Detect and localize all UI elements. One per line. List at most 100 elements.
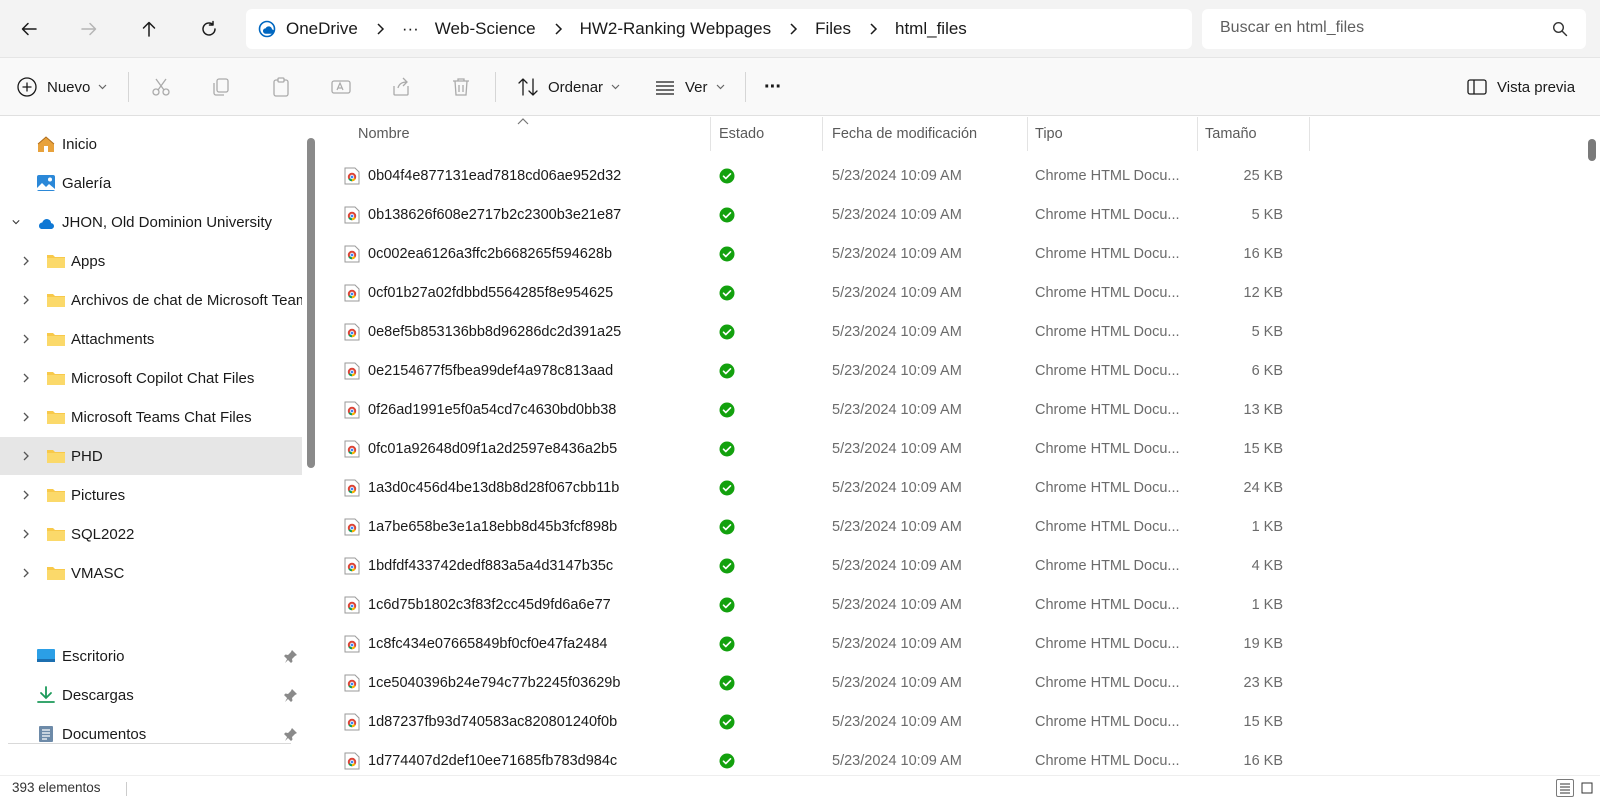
file-name-cell[interactable]: 1d774407d2def10ee71685fb783d984c (344, 742, 617, 775)
table-row[interactable]: 0b138626f608e2717b2c2300b3e21e87 5/23/202… (322, 196, 1584, 234)
back-button[interactable] (11, 12, 47, 46)
sidebar-item-galeria[interactable]: Galería (0, 164, 302, 202)
column-header-status[interactable]: Estado (719, 117, 764, 151)
table-row[interactable]: 0f26ad1991e5f0a54cd7c4630bd0bb38 5/23/202… (322, 391, 1584, 429)
chevron-right-icon[interactable] (20, 567, 32, 579)
file-list-scrollbar[interactable] (1584, 117, 1600, 775)
more-options-button[interactable]: ··· (764, 70, 782, 104)
search-box[interactable] (1202, 9, 1586, 49)
sidebar-item-escritorio[interactable]: Escritorio (0, 637, 302, 675)
refresh-button[interactable] (191, 12, 227, 46)
search-input[interactable] (1220, 19, 1540, 37)
file-name-cell[interactable]: 0b138626f608e2717b2c2300b3e21e87 (344, 196, 621, 234)
forward-button[interactable] (71, 12, 107, 46)
table-row[interactable]: 0cf01b27a02fdbbd5564285f8e954625 5/23/202… (322, 274, 1584, 312)
sidebar-item-documentos[interactable]: Documentos (0, 715, 302, 753)
share-button[interactable] (390, 70, 412, 104)
breadcrumb-chevron[interactable] (366, 9, 394, 49)
preview-pane-button[interactable]: Vista previa (1466, 70, 1575, 104)
file-name-cell[interactable]: 0fc01a92648d09f1a2d2597e8436a2b5 (344, 430, 617, 468)
table-row[interactable]: 1d774407d2def10ee71685fb783d984c 5/23/202… (322, 742, 1584, 775)
file-name-cell[interactable]: 0f26ad1991e5f0a54cd7c4630bd0bb38 (344, 391, 616, 429)
table-row[interactable]: 1c8fc434e07665849bf0cf0e47fa2484 5/23/202… (322, 625, 1584, 663)
chevron-right-icon[interactable] (20, 450, 32, 462)
view-button[interactable]: Ver (654, 70, 725, 104)
file-name-cell[interactable]: 1a3d0c456d4be13d8b8d28f067cbb11b (344, 469, 619, 507)
sidebar-scrollbar[interactable] (307, 138, 315, 468)
column-divider[interactable] (1197, 117, 1198, 151)
chevron-right-icon[interactable] (20, 489, 32, 501)
up-button[interactable] (131, 12, 167, 46)
table-row[interactable]: 0fc01a92648d09f1a2d2597e8436a2b5 5/23/202… (322, 430, 1584, 468)
cut-button[interactable] (150, 70, 172, 104)
pin-icon[interactable] (284, 649, 298, 663)
file-name-cell[interactable]: 0c002ea6126a3ffc2b668265f594628b (344, 235, 612, 273)
chevron-right-icon[interactable] (20, 294, 32, 306)
table-row[interactable]: 0e8ef5b853136bb8d96286dc2d391a25 5/23/202… (322, 313, 1584, 351)
file-name-cell[interactable]: 1d87237fb93d740583ac820801240f0b (344, 703, 617, 741)
sidebar-item-sql2022[interactable]: SQL2022 (0, 515, 302, 553)
column-divider[interactable] (1309, 117, 1310, 151)
column-header-name[interactable]: Nombre (358, 117, 410, 151)
table-row[interactable]: 1ce5040396b24e794c77b2245f03629b 5/23/202… (322, 664, 1584, 702)
sort-button[interactable]: Ordenar (517, 70, 620, 104)
table-row[interactable]: 1c6d75b1802c3f83f2cc45d9fd6a6e77 5/23/202… (322, 586, 1584, 624)
chevron-right-icon[interactable] (20, 333, 32, 345)
scrollbar-thumb[interactable] (1588, 139, 1596, 161)
sidebar-item-vmasc[interactable]: VMASC (0, 554, 302, 592)
table-row[interactable]: 0c002ea6126a3ffc2b668265f594628b 5/23/202… (322, 235, 1584, 273)
column-header-size[interactable]: Tamaño (1205, 117, 1257, 151)
sidebar-item-account[interactable]: JHON, Old Dominion University (0, 203, 302, 241)
breadcrumb-overflow[interactable]: ··· (394, 19, 427, 39)
breadcrumb-html-files[interactable]: html_files (887, 19, 975, 39)
column-header-type[interactable]: Tipo (1035, 117, 1063, 151)
file-name-cell[interactable]: 0e2154677f5fbea99def4a978c813aad (344, 352, 613, 390)
column-divider[interactable] (1027, 117, 1028, 151)
pin-icon[interactable] (284, 688, 298, 702)
sidebar-item-descargas[interactable]: Descargas (0, 676, 302, 714)
copy-button[interactable] (210, 70, 232, 104)
file-name-cell[interactable]: 1bdfdf433742dedf883a5a4d3147b35c (344, 547, 613, 585)
tiles-view-button[interactable] (1578, 779, 1596, 797)
file-name-cell[interactable]: 0cf01b27a02fdbbd5564285f8e954625 (344, 274, 613, 312)
file-name-cell[interactable]: 0b04f4e877131ead7818cd06ae952d32 (344, 157, 621, 195)
file-name-cell[interactable]: 0e8ef5b853136bb8d96286dc2d391a25 (344, 313, 621, 351)
breadcrumb-hw2[interactable]: HW2-Ranking Webpages (572, 19, 780, 39)
column-divider[interactable] (710, 117, 711, 151)
sidebar-item-teams-chat[interactable]: Microsoft Teams Chat Files (0, 398, 302, 436)
file-name-cell[interactable]: 1ce5040396b24e794c77b2245f03629b (344, 664, 620, 702)
sidebar-item-copilot[interactable]: Microsoft Copilot Chat Files (0, 359, 302, 397)
new-button[interactable]: Nuevo (16, 70, 107, 104)
pin-icon[interactable] (284, 727, 298, 741)
table-row[interactable]: 1a3d0c456d4be13d8b8d28f067cbb11b 5/23/202… (322, 469, 1584, 507)
table-row[interactable]: 0b04f4e877131ead7818cd06ae952d32 5/23/202… (322, 157, 1584, 195)
column-header-date[interactable]: Fecha de modificación (832, 117, 977, 151)
sidebar-item-teams-archivos[interactable]: Archivos de chat de Microsoft Teams (0, 281, 302, 319)
sidebar-item-phd[interactable]: PHD (0, 437, 302, 475)
chevron-right-icon[interactable] (20, 411, 32, 423)
table-row[interactable]: 1d87237fb93d740583ac820801240f0b 5/23/202… (322, 703, 1584, 741)
rename-button[interactable] (330, 70, 352, 104)
sidebar-item-apps[interactable]: Apps (0, 242, 302, 280)
table-row[interactable]: 1a7be658be3e1a18ebb8d45b3fcf898b 5/23/202… (322, 508, 1584, 546)
paste-button[interactable] (270, 70, 292, 104)
delete-button[interactable] (450, 70, 472, 104)
table-row[interactable]: 1bdfdf433742dedf883a5a4d3147b35c 5/23/202… (322, 547, 1584, 585)
sidebar-item-pictures[interactable]: Pictures (0, 476, 302, 514)
details-view-button[interactable] (1556, 779, 1574, 797)
breadcrumb-chevron[interactable] (859, 9, 887, 49)
chevron-down-icon[interactable] (10, 216, 22, 228)
chevron-right-icon[interactable] (20, 372, 32, 384)
breadcrumb-chevron[interactable] (779, 9, 807, 49)
breadcrumb-onedrive[interactable]: OneDrive (278, 19, 366, 39)
breadcrumb-files[interactable]: Files (807, 19, 859, 39)
column-divider[interactable] (822, 117, 823, 151)
file-name-cell[interactable]: 1c6d75b1802c3f83f2cc45d9fd6a6e77 (344, 586, 611, 624)
breadcrumb-web-science[interactable]: Web-Science (427, 19, 544, 39)
chevron-right-icon[interactable] (20, 255, 32, 267)
chevron-right-icon[interactable] (20, 528, 32, 540)
file-name-cell[interactable]: 1c8fc434e07665849bf0cf0e47fa2484 (344, 625, 607, 663)
breadcrumb-chevron[interactable] (544, 9, 572, 49)
sidebar-item-inicio[interactable]: Inicio (0, 125, 302, 163)
file-name-cell[interactable]: 1a7be658be3e1a18ebb8d45b3fcf898b (344, 508, 617, 546)
